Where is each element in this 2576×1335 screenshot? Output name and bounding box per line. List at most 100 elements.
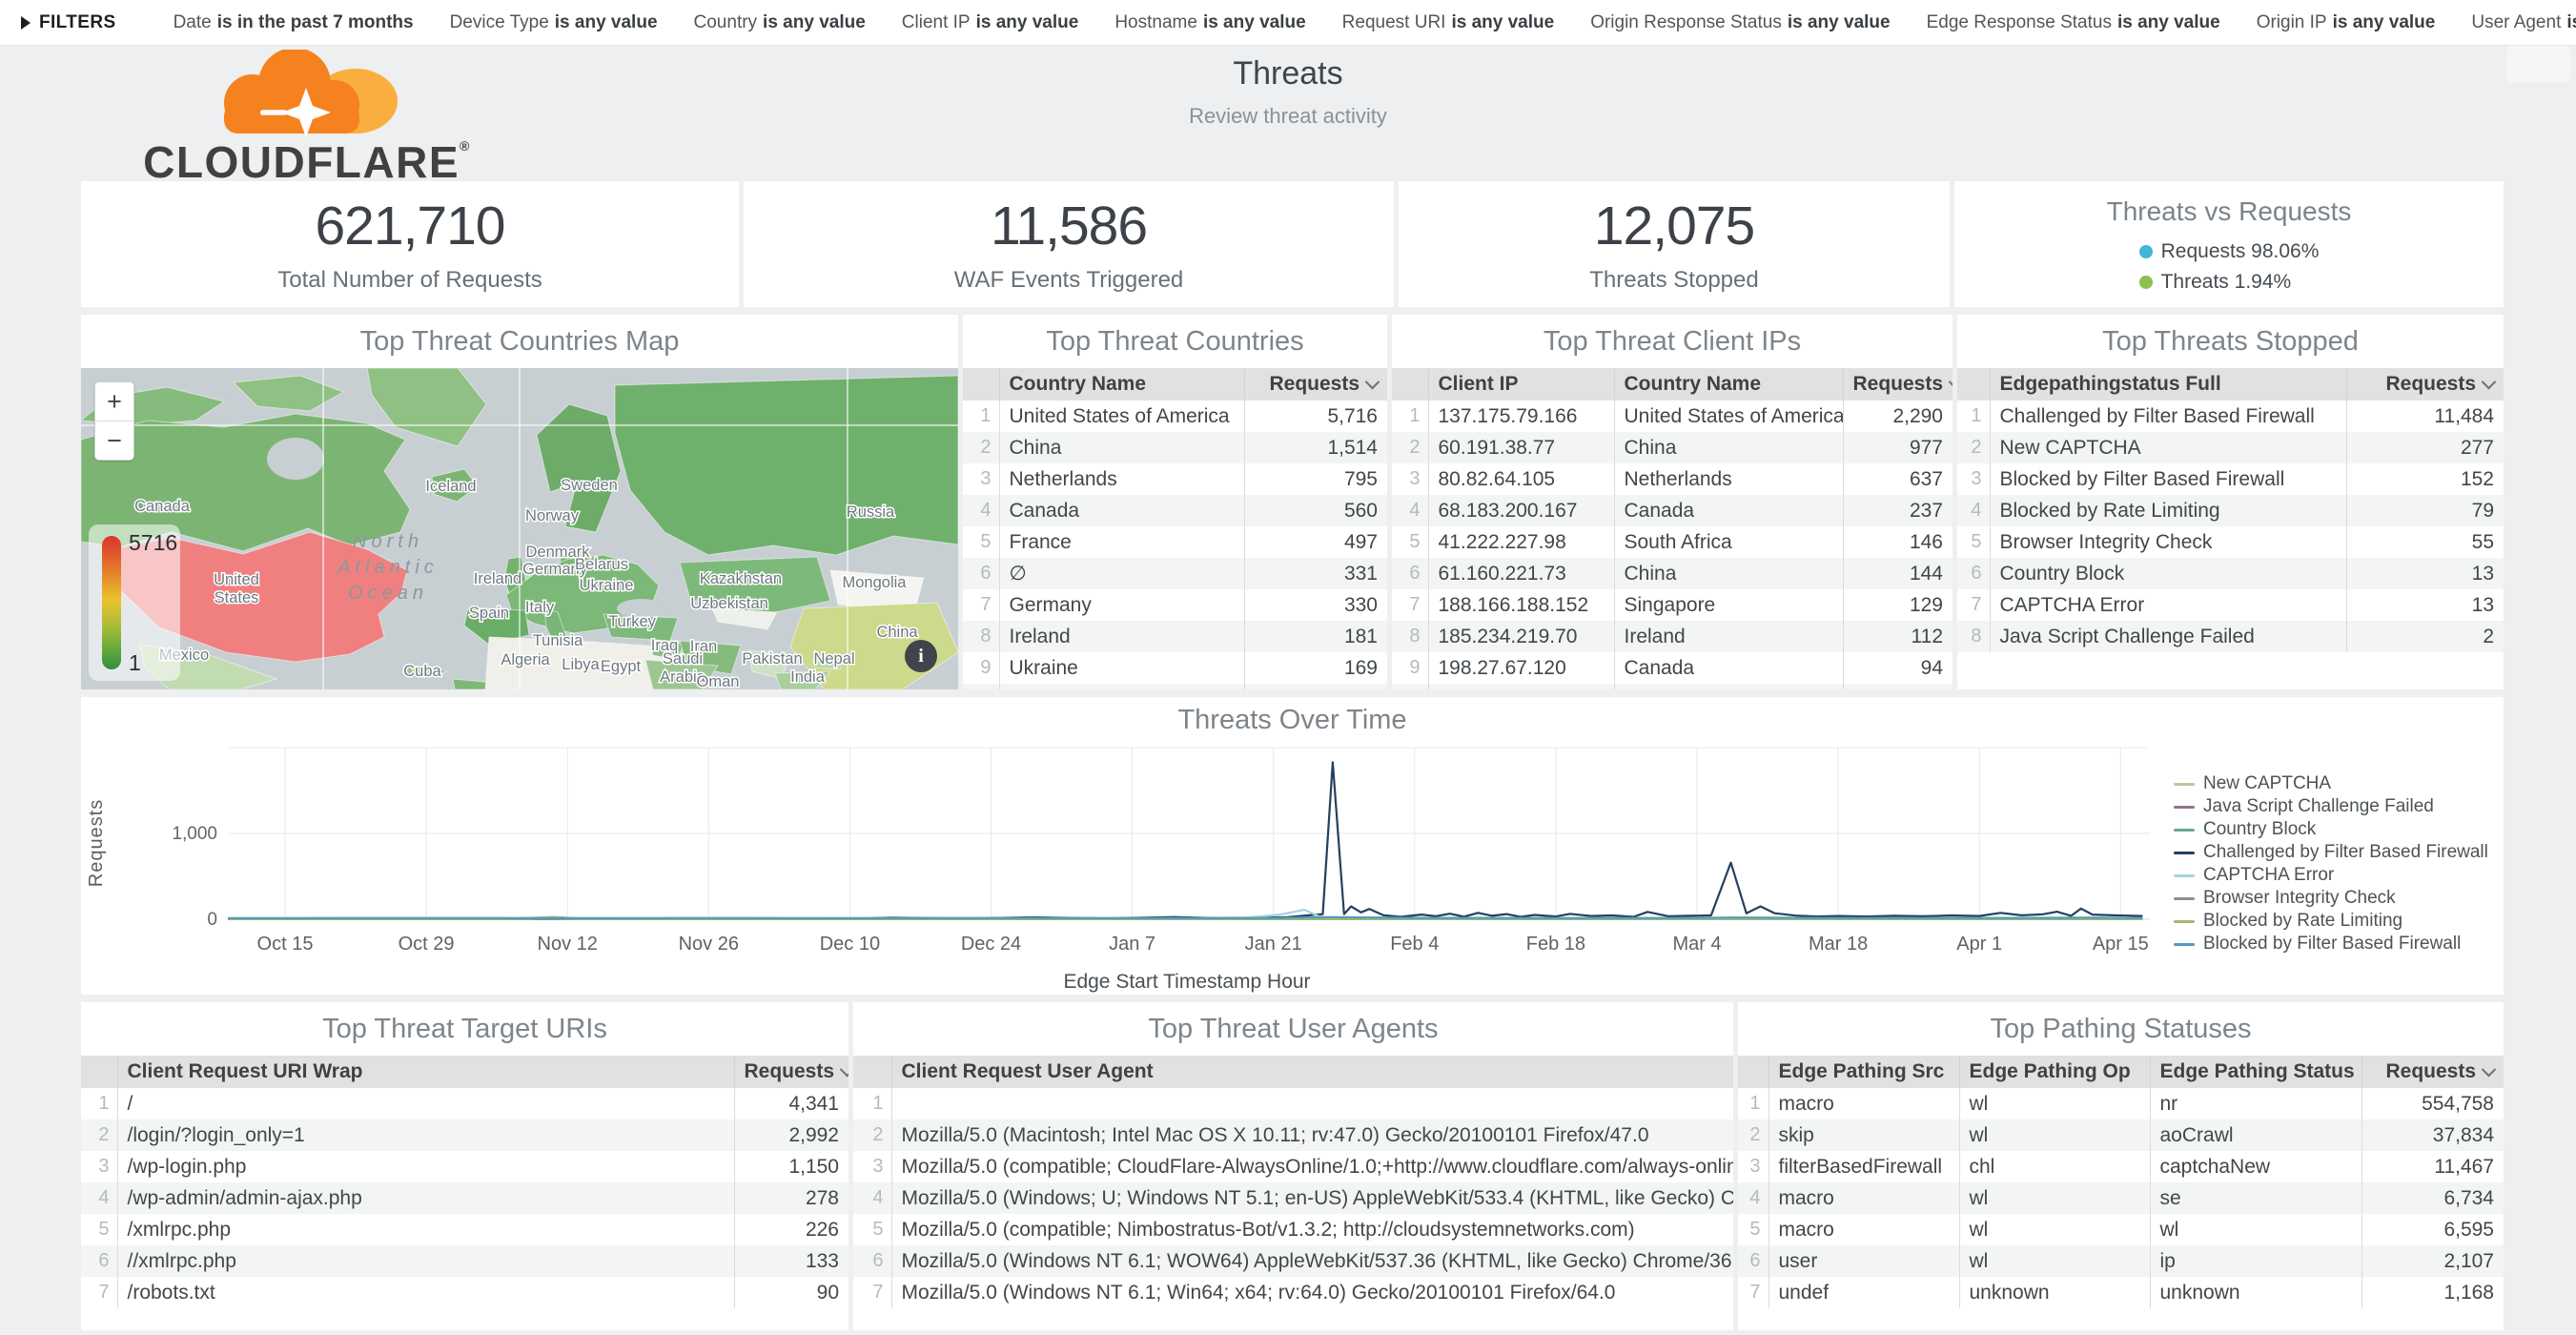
cell: 2,107: [2361, 1245, 2504, 1277]
column-header[interactable]: Requests: [1843, 368, 1952, 400]
filter-field: Date: [174, 12, 212, 32]
column-header[interactable]: Requests: [734, 1056, 848, 1088]
map-country[interactable]: [615, 376, 958, 555]
table-row: 7undefunknownunknown1,168: [1738, 1277, 2504, 1308]
ocean-label: NorthAtlanticOcean: [337, 531, 439, 604]
map-country-label: Sweden: [561, 477, 618, 494]
filter-item[interactable]: Request URIis any value: [1342, 12, 1555, 33]
data-table: Edgepathingstatus FullRequests1Challenge…: [1957, 368, 2504, 652]
cell: New CAPTCHA: [1990, 432, 2346, 463]
threats-over-time-chart[interactable]: Oct 15Oct 29Nov 12Nov 26Dec 10Dec 24Jan …: [81, 743, 2504, 995]
filter-item[interactable]: Hostnameis any value: [1114, 12, 1305, 33]
row-rank: 8: [1957, 621, 1990, 652]
column-header[interactable]: Country Name: [999, 368, 1244, 400]
cell: 5,716: [1244, 400, 1387, 432]
pathing-statuses-card: Top Pathing Statuses Edge Pathing SrcEdg…: [1738, 1002, 2504, 1330]
column-header[interactable]: Requests: [2361, 1056, 2504, 1088]
filter-value: is any value: [1203, 12, 1306, 32]
filter-item[interactable]: User Agentis any value: [2471, 12, 2576, 33]
legend-series-label: Country Block: [2203, 821, 2316, 838]
column-header[interactable]: Edgepathingstatus Full: [1990, 368, 2346, 400]
chart-legend-item[interactable]: Java Script Challenge Failed: [2174, 798, 2504, 815]
x-tick-label: Mar 18: [1809, 934, 1868, 955]
table-row: 4Canada560: [963, 495, 1387, 526]
chart-legend-item[interactable]: Blocked by Filter Based Firewall: [2174, 935, 2504, 953]
cell: /xmlrpc.php: [117, 1214, 734, 1245]
column-header[interactable]: Requests: [1244, 368, 1387, 400]
chart-legend-item[interactable]: Country Block: [2174, 821, 2504, 838]
cell: Germany: [999, 589, 1244, 621]
cell: Netherlands: [1614, 463, 1843, 495]
cell: Mozilla/5.0 (Windows; U; Windows NT 5.1;…: [891, 1182, 1733, 1214]
chart-legend-item[interactable]: Challenged by Filter Based Firewall: [2174, 844, 2504, 861]
map-country-label: Libya: [562, 656, 600, 673]
cell: 977: [1843, 432, 1952, 463]
table-row: 1061.160.247.137China88: [1392, 684, 1952, 689]
filter-field: Origin Response Status: [1590, 12, 1782, 32]
filter-item[interactable]: Client IPis any value: [902, 12, 1079, 33]
cell: Java Script Challenge Failed: [1990, 621, 2346, 652]
map-zoom-in-button[interactable]: +: [95, 382, 133, 421]
row-rank: 4: [963, 495, 999, 526]
column-header[interactable]: Client Request User Agent: [891, 1056, 1733, 1088]
cell: 188.166.188.152: [1428, 589, 1614, 621]
cell: 795: [1244, 463, 1387, 495]
column-header[interactable]: Edge Pathing Op: [1959, 1056, 2150, 1088]
sort-chevron-icon: [1365, 375, 1380, 390]
table-row: 8185.234.219.70Ireland112: [1392, 621, 1952, 652]
map-card: Top Threat Countries Map CanadaUnitedSta…: [81, 315, 958, 689]
cell: wl: [2150, 1214, 2361, 1245]
map-country-label: Cuba: [403, 663, 441, 680]
rank-column-header: [1392, 368, 1428, 400]
chart-legend-item[interactable]: Blocked by Rate Limiting: [2174, 913, 2504, 930]
chart-legend-item[interactable]: CAPTCHA Error: [2174, 867, 2504, 884]
cell: /wp-admin/admin-ajax.php: [117, 1182, 734, 1214]
cell: France: [999, 526, 1244, 558]
chart-line-series: [229, 762, 2142, 919]
table-row: 8Java Script Challenge Failed2: [1957, 621, 2504, 652]
map-info-button[interactable]: i: [905, 640, 937, 672]
x-tick-label: Apr 1: [1956, 934, 2002, 955]
chart-legend-item[interactable]: New CAPTCHA: [2174, 775, 2504, 792]
y-axis-title: Requests: [86, 799, 107, 888]
chart-legend-item[interactable]: Browser Integrity Check: [2174, 890, 2504, 907]
cell: Mozilla/5.0 (compatible; CloudFlare-Alwa…: [891, 1151, 1733, 1182]
column-header[interactable]: Edge Pathing Src: [1768, 1056, 1959, 1088]
countries-title: Top Threat Countries: [963, 315, 1387, 368]
table-row: 2skipwlaoCrawl37,834: [1738, 1119, 2504, 1151]
cell: South Africa: [1614, 526, 1843, 558]
filter-item[interactable]: Origin Response Statusis any value: [1590, 12, 1890, 33]
cell: 554,758: [2361, 1088, 2504, 1119]
row-rank: 6: [1957, 558, 1990, 589]
legend-swatch-icon: [2174, 852, 2195, 854]
column-header[interactable]: Client IP: [1428, 368, 1614, 400]
cell: wl: [1959, 1182, 2150, 1214]
column-header[interactable]: Edge Pathing Status: [2150, 1056, 2361, 1088]
row-rank: 8: [963, 621, 999, 652]
legend-swatch-icon: [2174, 783, 2195, 786]
filter-item[interactable]: Dateis in the past 7 months: [174, 12, 414, 33]
column-header[interactable]: Country Name: [1614, 368, 1843, 400]
legend-series-label: Blocked by Rate Limiting: [2203, 913, 2402, 930]
filter-item[interactable]: Countryis any value: [694, 12, 866, 33]
row-rank: 10: [963, 684, 999, 689]
column-header[interactable]: Client Request URI Wrap: [117, 1056, 734, 1088]
legend-series-label: New CAPTCHA: [2203, 775, 2331, 792]
cell: Country Block: [1990, 558, 2346, 589]
row-rank: 4: [1738, 1182, 1768, 1214]
header-band: CLOUDFLARE® Threats Review threat activi…: [0, 46, 2576, 181]
filters-toggle[interactable]: FILTERS: [21, 12, 116, 33]
filter-item[interactable]: Origin IPis any value: [2257, 12, 2436, 33]
map-country-label: Pakistan: [742, 650, 802, 668]
x-tick-label: Nov 26: [679, 934, 739, 955]
map-country-label: Kazakhstan: [700, 570, 782, 587]
column-header[interactable]: Requests: [2346, 368, 2504, 400]
stat-label: Total Number of Requests: [277, 267, 542, 294]
world-map[interactable]: CanadaUnitedStatesMexicoCubaIcelandIrela…: [81, 368, 958, 689]
map-zoom-out-button[interactable]: −: [95, 421, 133, 460]
filter-value: is any value: [1451, 12, 1554, 32]
cell: 2,992: [734, 1119, 848, 1151]
filter-item[interactable]: Device Typeis any value: [450, 12, 658, 33]
x-tick-label: Dec 10: [820, 934, 880, 955]
filter-item[interactable]: Edge Response Statusis any value: [1927, 12, 2220, 33]
